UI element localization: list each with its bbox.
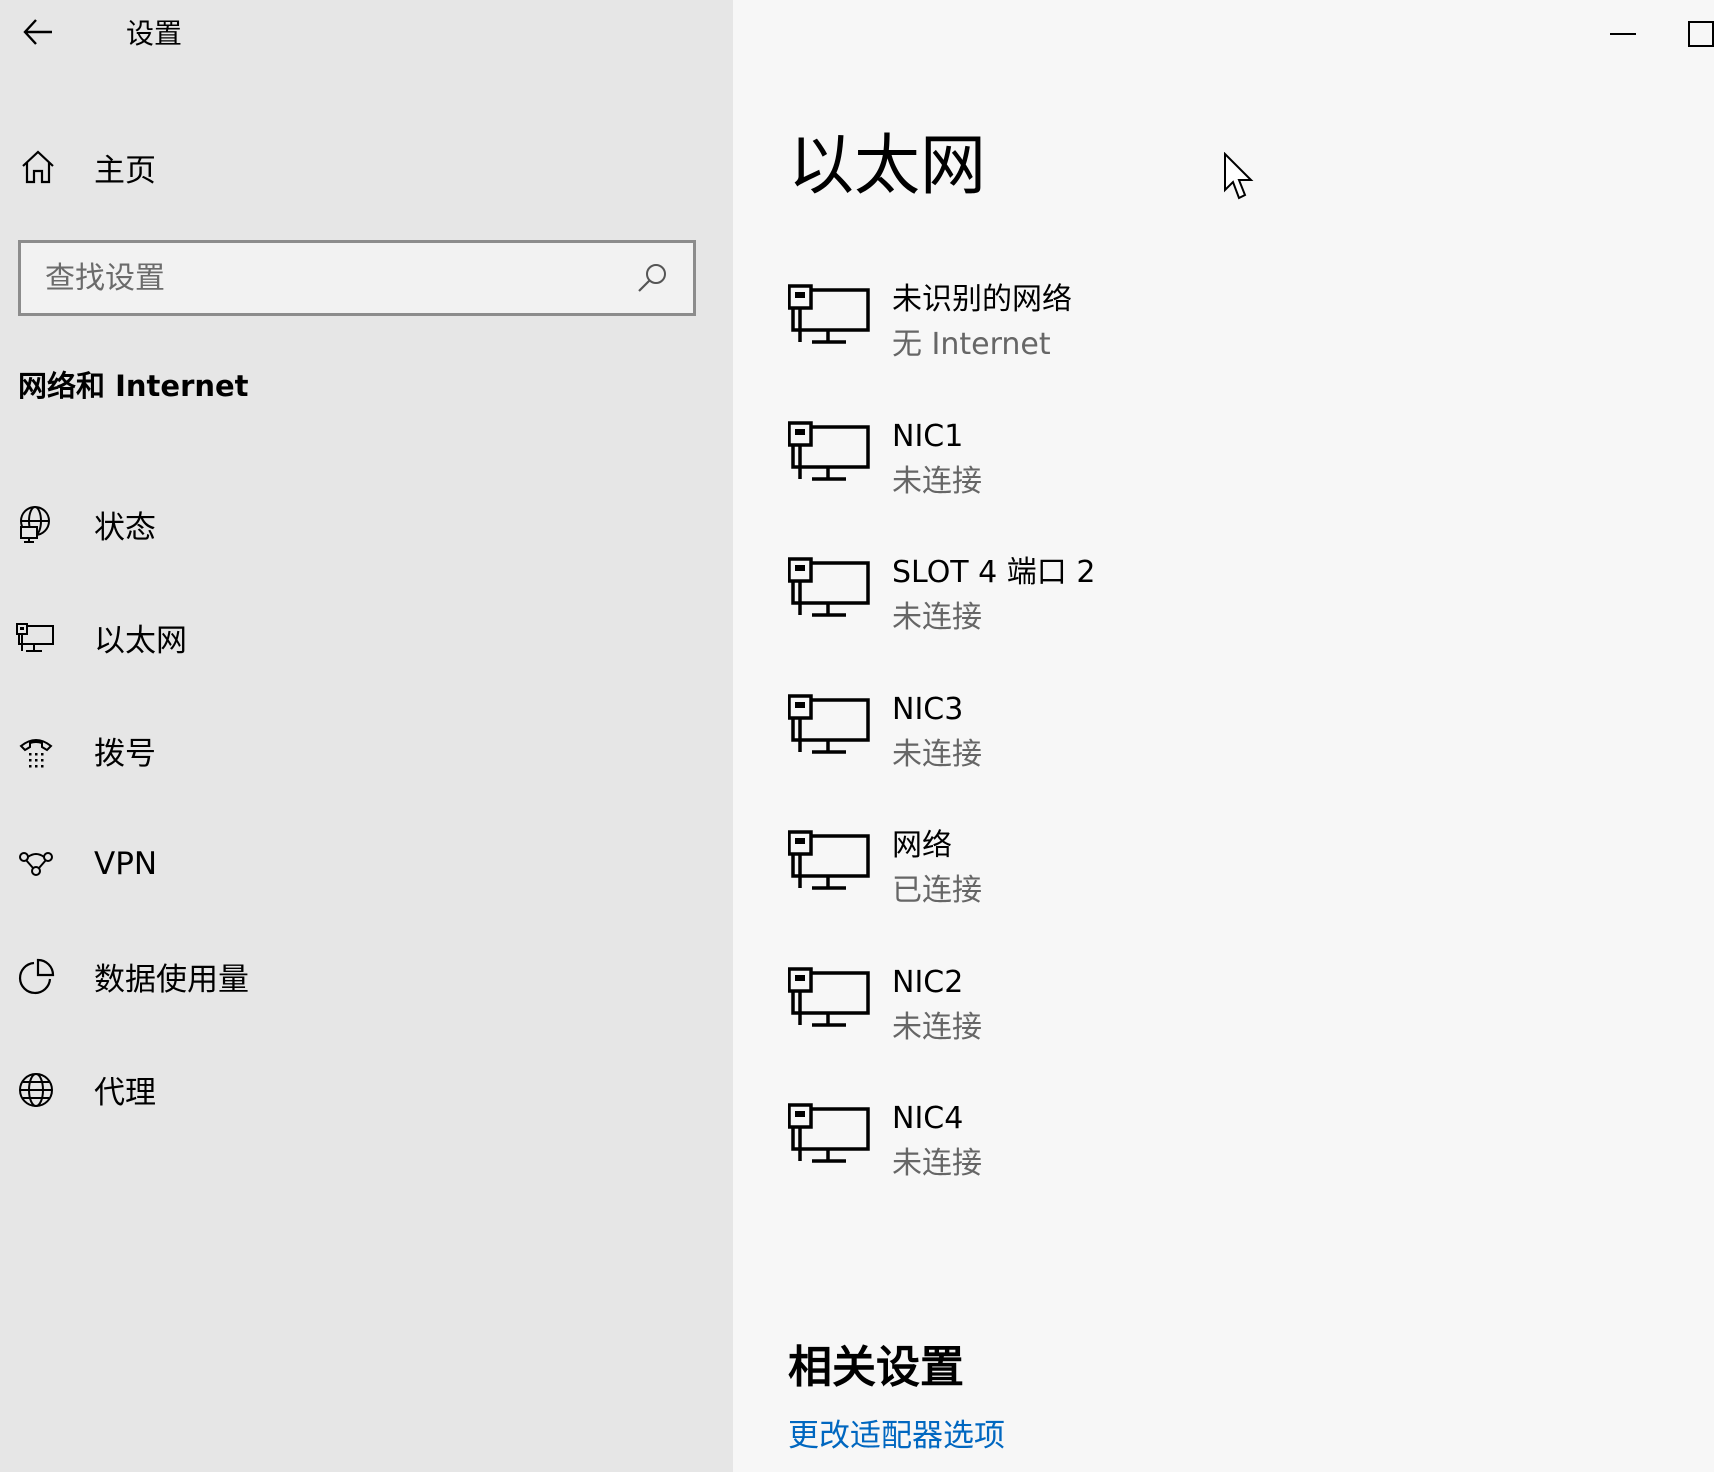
- adapter-status: 未连接: [892, 1146, 982, 1181]
- sidebar-item-dialup[interactable]: 拨号: [0, 694, 733, 807]
- sidebar-item-ethernet[interactable]: 以太网: [0, 581, 733, 694]
- adapter-name: NIC3: [892, 691, 964, 727]
- ethernet-icon: [788, 830, 870, 890]
- globe-monitor-icon: [16, 505, 56, 545]
- related-settings-title: 相关设置: [788, 1342, 964, 1393]
- adapter-status: 未连接: [892, 463, 982, 499]
- ethernet-icon: [788, 1103, 870, 1163]
- adapter-item[interactable]: 网络 已连接: [788, 824, 1688, 961]
- adapter-status: 未连接: [892, 1009, 982, 1045]
- home-icon: [18, 147, 58, 187]
- adapter-status: 无 Internet: [892, 327, 1051, 362]
- sidebar-item-label: 主页: [94, 152, 156, 189]
- vpn-icon: [16, 844, 56, 884]
- minimize-button[interactable]: [1573, 14, 1673, 54]
- sidebar-item-status[interactable]: 状态: [0, 468, 733, 581]
- search-input[interactable]: [21, 243, 625, 313]
- sidebar-item-proxy[interactable]: 代理: [0, 1033, 733, 1146]
- adapter-name: SLOT 4 端口 2: [892, 555, 1096, 590]
- mouse-cursor-icon: [1224, 152, 1254, 200]
- search-box[interactable]: [18, 240, 696, 316]
- dialup-icon: [16, 731, 56, 771]
- ethernet-icon: [788, 693, 870, 754]
- adapter-name: NIC2: [892, 964, 964, 1000]
- adapter-item[interactable]: NIC1 未连接: [788, 415, 1688, 552]
- page-title: 以太网: [788, 127, 986, 204]
- maximize-icon: [1688, 21, 1714, 47]
- ethernet-icon: [16, 618, 56, 658]
- adapter-name: NIC1: [892, 418, 964, 454]
- minimize-icon: [1610, 33, 1636, 35]
- globe-icon: [16, 1070, 56, 1110]
- adapter-item[interactable]: 未识别的网络 无 Internet: [788, 278, 1688, 415]
- window-title: 设置: [126, 17, 183, 50]
- adapter-name: NIC4: [892, 1101, 964, 1136]
- data-usage-icon: [16, 957, 56, 997]
- main-content: 以太网 未识别的网络 无 Internet NIC1 未连接 SLOT 4 端口…: [733, 0, 1714, 1472]
- sidebar-item-home[interactable]: 主页: [18, 142, 698, 192]
- ethernet-icon: [788, 284, 870, 344]
- ethernet-icon: [788, 966, 870, 1027]
- sidebar-item-data-usage[interactable]: 数据使用量: [0, 920, 733, 1033]
- sidebar-item-label: 代理: [94, 1075, 156, 1111]
- sidebar-item-vpn[interactable]: VPN: [0, 807, 733, 920]
- adapter-status: 未连接: [892, 736, 982, 772]
- change-adapter-options-link[interactable]: 更改适配器选项: [788, 1414, 1005, 1458]
- adapter-item[interactable]: NIC3 未连接: [788, 688, 1688, 825]
- sidebar: 设置 主页 网络和 Internet: [0, 0, 733, 1472]
- adapter-name: 网络: [892, 828, 952, 863]
- sidebar-item-label: VPN: [94, 845, 158, 882]
- back-button[interactable]: [18, 14, 58, 50]
- adapter-item[interactable]: NIC4 未连接: [788, 1097, 1688, 1234]
- adapter-item[interactable]: SLOT 4 端口 2 未连接: [788, 551, 1688, 688]
- ethernet-icon: [788, 420, 870, 481]
- arrow-left-icon: [23, 19, 52, 45]
- sidebar-nav: 状态 以太网 拨号 VPN 数据使用量 代理: [0, 468, 733, 1146]
- sidebar-item-label: 以太网: [94, 623, 187, 659]
- sidebar-item-label: 拨号: [94, 736, 156, 772]
- maximize-button[interactable]: [1673, 14, 1714, 54]
- adapter-status: 已连接: [892, 873, 982, 908]
- adapter-status: 未连接: [892, 600, 982, 635]
- sidebar-item-label: 数据使用量: [94, 962, 249, 998]
- adapter-item[interactable]: NIC2 未连接: [788, 961, 1688, 1098]
- search-icon[interactable]: [625, 250, 681, 306]
- adapter-name: 未识别的网络: [892, 282, 1072, 317]
- ethernet-icon: [788, 557, 870, 617]
- section-title: 网络和 Internet: [18, 369, 249, 403]
- adapter-list: 未识别的网络 无 Internet NIC1 未连接 SLOT 4 端口 2 未…: [788, 278, 1688, 1234]
- sidebar-item-label: 状态: [94, 510, 156, 546]
